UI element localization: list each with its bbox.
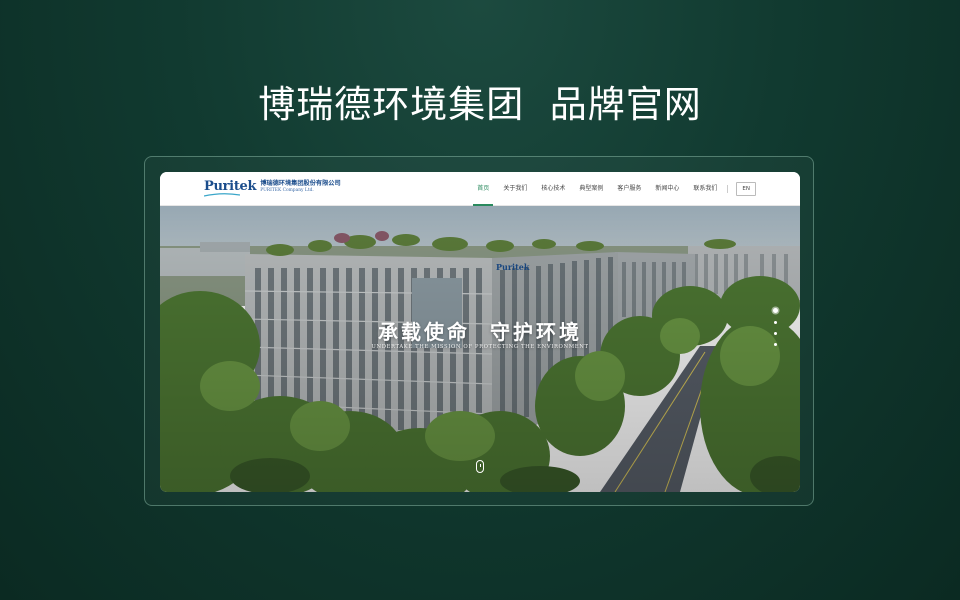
website-preview: Puritek 博瑞德环境集团股份有限公司 PURITEK Company Lt… bbox=[160, 172, 800, 492]
scroll-mouse-icon[interactable] bbox=[476, 460, 484, 473]
logo-en: PURITEK Company Ltd. bbox=[260, 188, 314, 193]
hero-subtitle: UNDERTAKE THE MISSION OF PROTECTING THE … bbox=[371, 344, 589, 350]
nav-item-technology[interactable]: 核心技术 bbox=[541, 172, 565, 206]
site-logo[interactable]: Puritek 博瑞德环境集团股份有限公司 PURITEK Company Lt… bbox=[204, 179, 341, 197]
hero-title: 承载使命 守护环境 bbox=[378, 320, 582, 344]
nav-divider bbox=[727, 185, 729, 193]
nav-item-about[interactable]: 关于我们 bbox=[503, 172, 527, 206]
main-nav: 首页 关于我们 核心技术 典型案例 客户服务 新闻中心 联系我们 EN bbox=[463, 172, 756, 206]
hero-banner: Puritek bbox=[160, 206, 800, 492]
page-headline: 博瑞德环境集团 品牌官网 bbox=[258, 83, 702, 126]
logo-text: 博瑞德环境集团股份有限公司 PURITEK Company Ltd. bbox=[260, 180, 340, 194]
slide-dot-4[interactable] bbox=[773, 343, 777, 346]
logo-cn: 博瑞德环境集团股份有限公司 bbox=[260, 180, 341, 187]
slide-pagination bbox=[772, 308, 778, 354]
slide-dot-3[interactable] bbox=[773, 332, 777, 335]
slide-dot-1[interactable] bbox=[772, 308, 778, 313]
nav-item-cases[interactable]: 典型案例 bbox=[579, 172, 603, 206]
nav-item-service[interactable]: 客户服务 bbox=[617, 172, 641, 206]
logo-mark: Puritek bbox=[204, 179, 257, 197]
language-switch-button[interactable]: EN bbox=[736, 182, 756, 196]
nav-item-contact[interactable]: 联系我们 bbox=[693, 172, 717, 206]
logo-mark-text: Puritek bbox=[204, 179, 257, 194]
site-header: Puritek 博瑞德环境集团股份有限公司 PURITEK Company Lt… bbox=[160, 172, 800, 206]
nav-item-news[interactable]: 新闻中心 bbox=[655, 172, 679, 206]
slide-dot-2[interactable] bbox=[773, 321, 777, 324]
logo-swoosh-icon bbox=[204, 193, 240, 197]
nav-item-home[interactable]: 首页 bbox=[473, 172, 494, 206]
